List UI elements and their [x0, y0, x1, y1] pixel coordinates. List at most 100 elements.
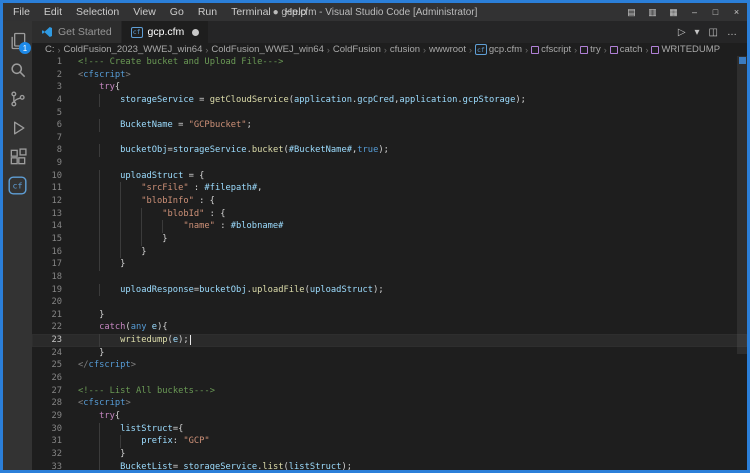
code-line[interactable]: 15}	[32, 233, 747, 246]
line-number[interactable]: 25	[32, 359, 78, 372]
modified-dot-icon[interactable]	[192, 29, 199, 36]
title-bar[interactable]: FileEditSelectionViewGoRunTerminalHelp ●…	[3, 3, 747, 21]
menu-go[interactable]: Go	[163, 3, 191, 21]
line-number[interactable]: 33	[32, 461, 78, 471]
line-number[interactable]: 21	[32, 309, 78, 322]
toggle-sidebar-icon[interactable]: ▤	[621, 3, 642, 21]
line-number[interactable]: 13	[32, 208, 78, 221]
code-line[interactable]: 7	[32, 132, 747, 145]
close-button[interactable]: ×	[726, 3, 747, 21]
breadcrumb-item[interactable]: cfusion	[390, 44, 420, 55]
code-line[interactable]: 19uploadResponse=bucketObj.uploadFile(up…	[32, 284, 747, 297]
code-line[interactable]: 4storageService = getCloudService(applic…	[32, 94, 747, 107]
line-number[interactable]: 7	[32, 132, 78, 145]
line-number[interactable]: 3	[32, 81, 78, 94]
code-line[interactable]: 22catch(any e){	[32, 321, 747, 334]
maximize-button[interactable]: □	[705, 3, 726, 21]
line-number[interactable]: 30	[32, 423, 78, 436]
menu-run[interactable]: Run	[191, 3, 224, 21]
code-line[interactable]: 2<cfscript>	[32, 69, 747, 82]
line-number[interactable]: 9	[32, 157, 78, 170]
line-number[interactable]: 12	[32, 195, 78, 208]
code-line[interactable]: 17}	[32, 258, 747, 271]
line-number[interactable]: 32	[32, 448, 78, 461]
code-line[interactable]: 23writedump(e);	[32, 334, 747, 347]
breadcrumb-item[interactable]: cfscript	[531, 44, 571, 55]
minimize-button[interactable]: –	[684, 3, 705, 21]
line-number[interactable]: 17	[32, 258, 78, 271]
more-actions-icon[interactable]: …	[727, 27, 737, 38]
menu-view[interactable]: View	[126, 3, 163, 21]
code-line[interactable]: 30listStruct={	[32, 423, 747, 436]
tab-get-started[interactable]: Get Started	[32, 21, 122, 43]
code-line[interactable]: 8bucketObj=storageService.bucket(#Bucket…	[32, 144, 747, 157]
code-line[interactable]: 14"name" : #blobname#	[32, 220, 747, 233]
breadcrumb-item[interactable]: ColdFusion_2023_WWEJ_win64	[64, 44, 203, 55]
breadcrumb-item[interactable]: wwwroot	[429, 44, 466, 55]
code-line[interactable]: 24}	[32, 347, 747, 360]
line-number[interactable]: 31	[32, 435, 78, 448]
search-icon[interactable]	[3, 55, 32, 84]
run-code-icon[interactable]: ▷	[678, 27, 686, 38]
line-number[interactable]: 23	[32, 334, 78, 347]
line-number[interactable]: 28	[32, 397, 78, 410]
code-line[interactable]: 12"blobInfo" : {	[32, 195, 747, 208]
code-line[interactable]: 29try{	[32, 410, 747, 423]
line-number[interactable]: 11	[32, 182, 78, 195]
menu-help[interactable]: Help	[278, 3, 314, 21]
scrollbar[interactable]	[737, 56, 747, 470]
line-number[interactable]: 5	[32, 107, 78, 120]
line-number[interactable]: 18	[32, 271, 78, 284]
breadcrumb-item[interactable]: ColdFusion	[333, 44, 381, 55]
line-number[interactable]: 20	[32, 296, 78, 309]
breadcrumb-item[interactable]: C:	[45, 44, 55, 55]
code-line[interactable]: 10uploadStruct = {	[32, 170, 747, 183]
line-number[interactable]: 27	[32, 385, 78, 398]
split-editor-icon[interactable]: ◫	[709, 27, 718, 38]
breadcrumb-item[interactable]: catch	[610, 44, 643, 55]
line-number[interactable]: 15	[32, 233, 78, 246]
code-line[interactable]: 3try{	[32, 81, 747, 94]
menu-selection[interactable]: Selection	[69, 3, 126, 21]
code-line[interactable]: 20	[32, 296, 747, 309]
code-editor[interactable]: 1<!--- Create bucket and Upload File--->…	[32, 56, 747, 470]
code-line[interactable]: 21}	[32, 309, 747, 322]
line-number[interactable]: 10	[32, 170, 78, 183]
code-line[interactable]: 16}	[32, 246, 747, 259]
line-number[interactable]: 26	[32, 372, 78, 385]
line-number[interactable]: 24	[32, 347, 78, 360]
breadcrumb-item[interactable]: ColdFusion_WWEJ_win64	[211, 44, 323, 55]
line-number[interactable]: 4	[32, 94, 78, 107]
code-line[interactable]: 28<cfscript>	[32, 397, 747, 410]
menu-file[interactable]: File	[6, 3, 37, 21]
line-number[interactable]: 19	[32, 284, 78, 297]
code-line[interactable]: 9	[32, 157, 747, 170]
toggle-panel-icon[interactable]: ▥	[642, 3, 663, 21]
line-number[interactable]: 14	[32, 220, 78, 233]
code-line[interactable]: 6BucketName = "GCPbucket";	[32, 119, 747, 132]
code-line[interactable]: 18	[32, 271, 747, 284]
tab-gcp-cfm[interactable]: cf gcp.cfm	[122, 21, 209, 43]
line-number[interactable]: 16	[32, 246, 78, 259]
run-debug-icon[interactable]	[3, 113, 32, 142]
menu-edit[interactable]: Edit	[37, 3, 69, 21]
code-line[interactable]: 33BucketList= storageService.list(listSt…	[32, 461, 747, 471]
code-line[interactable]: 32}	[32, 448, 747, 461]
customize-layout-icon[interactable]: ▦	[663, 3, 684, 21]
source-control-icon[interactable]	[3, 84, 32, 113]
coldfusion-icon[interactable]: cf	[3, 171, 32, 200]
code-line[interactable]: 5	[32, 107, 747, 120]
code-line[interactable]: 31prefix: "GCP"	[32, 435, 747, 448]
code-line[interactable]: 25</cfscript>	[32, 359, 747, 372]
line-number[interactable]: 22	[32, 321, 78, 334]
code-line[interactable]: 13"blobId" : {	[32, 208, 747, 221]
line-number[interactable]: 8	[32, 144, 78, 157]
line-number[interactable]: 6	[32, 119, 78, 132]
scrollbar-slider[interactable]	[737, 56, 747, 354]
code-line[interactable]: 1<!--- Create bucket and Upload File--->	[32, 56, 747, 69]
breadcrumb-item[interactable]: cfgcp.cfm	[475, 44, 522, 55]
line-number[interactable]: 2	[32, 69, 78, 82]
breadcrumb-item[interactable]: try	[580, 44, 601, 55]
code-line[interactable]: 26	[32, 372, 747, 385]
extensions-icon[interactable]	[3, 142, 32, 171]
